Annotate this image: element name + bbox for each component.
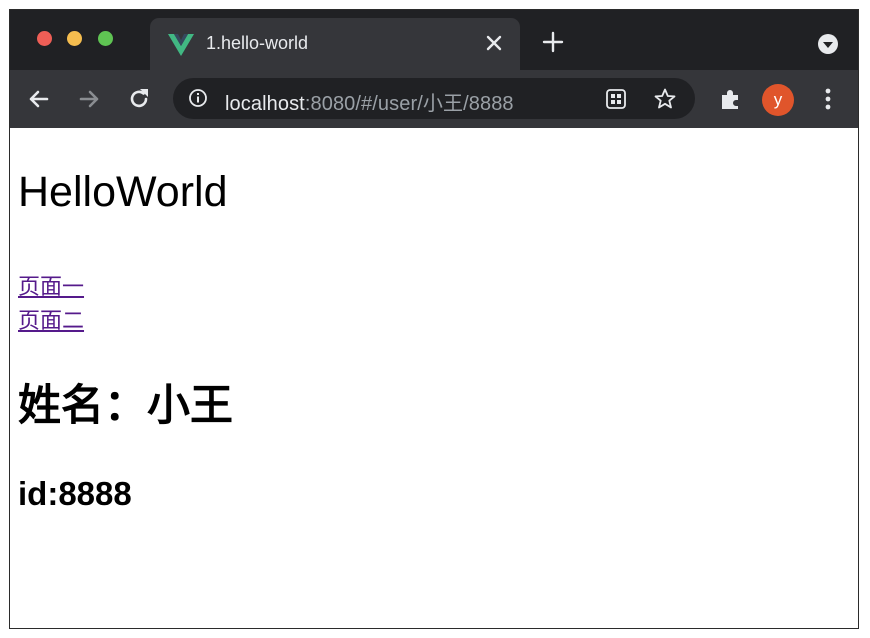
tab-strip: 1.hello-world xyxy=(10,10,858,70)
star-icon[interactable] xyxy=(653,87,677,111)
user-id-heading: id:8888 xyxy=(18,475,132,512)
page-title: HelloWorld xyxy=(18,168,228,216)
tab-title: 1.hello-world xyxy=(206,33,309,53)
qr-grid-icon[interactable] xyxy=(605,88,627,110)
vue-logo-icon xyxy=(168,34,194,56)
arrow-right-icon[interactable] xyxy=(76,86,102,112)
user-name-heading: 姓名：小王 xyxy=(18,382,233,430)
close-icon[interactable] xyxy=(482,31,506,55)
active-tab[interactable]: 1.hello-world xyxy=(150,18,520,70)
plus-icon[interactable] xyxy=(541,30,565,54)
address-bar[interactable]: localhost:8080/#/user/小王/8888 xyxy=(173,78,695,119)
link-page-two[interactable]: 页面二 xyxy=(18,303,84,335)
vertical-dots-icon[interactable] xyxy=(816,86,840,112)
reload-icon[interactable] xyxy=(126,86,152,112)
url-path: :8080/#/user/小王/8888 xyxy=(304,93,514,115)
info-icon[interactable] xyxy=(188,88,208,108)
close-window-button[interactable] xyxy=(37,31,52,46)
chevron-down-circle-icon[interactable] xyxy=(818,34,838,54)
profile-avatar[interactable]: y xyxy=(762,84,794,116)
url-host: localhost xyxy=(225,93,305,115)
puzzle-icon[interactable] xyxy=(718,86,744,112)
browser-window: 1.hello-world localhost:8080/#/user/小王/8… xyxy=(9,9,859,629)
browser-toolbar: localhost:8080/#/user/小王/8888 y xyxy=(10,70,858,128)
page-content: HelloWorld 页面一 页面二 姓名：小王 id:8888 xyxy=(10,128,858,628)
url-text[interactable]: localhost:8080/#/user/小王/8888 xyxy=(225,87,514,116)
arrow-left-icon[interactable] xyxy=(26,86,52,112)
link-page-one[interactable]: 页面一 xyxy=(18,269,84,301)
maximize-window-button[interactable] xyxy=(98,31,113,46)
minimize-window-button[interactable] xyxy=(67,31,82,46)
